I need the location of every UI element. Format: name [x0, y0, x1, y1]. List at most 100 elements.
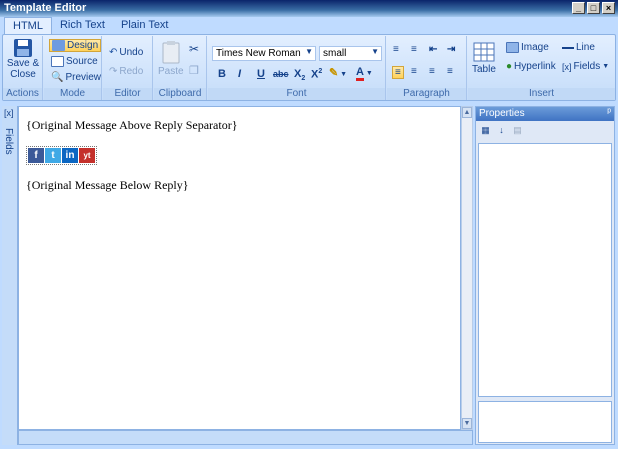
fields-icon: [x] [562, 61, 572, 72]
bold-button[interactable]: B [218, 68, 226, 80]
italic-button[interactable]: I [238, 68, 241, 80]
bullets-button[interactable]: ≡ [393, 44, 399, 55]
fields-label: Fields [573, 61, 601, 72]
tab-plain-text[interactable]: Plain Text [113, 17, 177, 35]
font-color-button[interactable]: A ▼ [356, 66, 373, 81]
numbering-button[interactable]: ≡ [411, 44, 417, 55]
image-label: Image [521, 42, 549, 53]
facebook-icon[interactable]: f [28, 148, 44, 163]
font-family-select[interactable]: Times New Roman ▼ [212, 46, 316, 61]
image-button[interactable]: Image [506, 42, 549, 53]
group-label-editor: Editor [103, 88, 152, 100]
scroll-up-arrow-icon[interactable]: ▲ [462, 107, 472, 118]
reply-separator-below[interactable]: {Original Message Below Reply} [26, 178, 189, 193]
paste-icon [162, 41, 180, 64]
group-paragraph: ≡ ≡ ⇤ ⇥ ≡ ≡ ≡ ≡ Paragraph [387, 36, 467, 100]
social-icons[interactable]: f t in yt [26, 146, 97, 165]
pin-icon[interactable]: ᵖ [607, 107, 611, 118]
chevron-down-icon: ▼ [305, 47, 313, 56]
group-editor: ↶ Undo ↷ Redo Editor [103, 36, 153, 100]
group-label-mode: Mode [44, 88, 101, 100]
table-button[interactable]: Table [472, 42, 496, 75]
subscript-button[interactable]: X2 [294, 68, 305, 82]
justify-button[interactable]: ≡ [447, 66, 453, 77]
copy-button[interactable]: ❐ [189, 64, 199, 77]
redo-button[interactable]: ↷ Redo [109, 66, 143, 77]
categorized-icon[interactable]: ▦ [479, 124, 492, 137]
scroll-down-arrow-icon[interactable]: ▼ [462, 418, 472, 429]
underline-button[interactable]: U [257, 68, 265, 80]
table-icon [473, 42, 495, 62]
table-label: Table [472, 64, 496, 75]
indent-icon: ⇥ [447, 44, 456, 55]
source-icon [51, 56, 64, 67]
group-insert: Table Image Line ● Hyperlink [x] Fields … [468, 36, 615, 100]
tab-rich-text[interactable]: Rich Text [52, 17, 113, 35]
source-button[interactable]: Source [51, 56, 98, 67]
design-label: Design [67, 40, 99, 51]
minimize-button[interactable]: _ [572, 2, 585, 14]
editor-tabs: HTML Rich Text Plain Text [0, 17, 618, 35]
undo-button[interactable]: ↶ Undo [109, 47, 143, 58]
align-center-icon: ≡ [411, 66, 417, 77]
save-close-button[interactable]: Save & Close [7, 38, 39, 80]
font-family-value: Times New Roman [216, 48, 301, 59]
reply-separator-above[interactable]: {Original Message Above Reply Separator} [26, 118, 237, 133]
fields-sidebar[interactable]: [x] Fields [2, 106, 18, 445]
line-button[interactable]: Line [562, 42, 595, 53]
group-label-actions: Actions [3, 88, 42, 100]
properties-title: Properties [479, 108, 525, 119]
property-grid[interactable] [478, 143, 612, 397]
properties-header: Properties ᵖ [476, 107, 614, 121]
editor-status-bar [18, 430, 473, 445]
linkedin-icon[interactable]: in [62, 148, 78, 163]
align-left-button[interactable]: ≡ [392, 66, 404, 79]
design-button[interactable]: Design [49, 39, 102, 52]
chevron-down-icon: ▼ [602, 63, 610, 70]
scissors-icon: ✂ [189, 42, 200, 56]
align-left-icon: ≡ [395, 67, 401, 78]
paste-label: Paste [158, 66, 184, 77]
window-titlebar: Template Editor _ □ × [0, 0, 618, 17]
line-icon [562, 46, 574, 49]
outdent-icon: ⇤ [429, 44, 438, 55]
outdent-button[interactable]: ⇤ [429, 44, 437, 55]
twitter-icon[interactable]: t [45, 148, 61, 163]
cut-button[interactable]: ✂ [189, 42, 199, 56]
preview-button[interactable]: 🔍 Preview [51, 72, 101, 83]
paste-button[interactable]: Paste [158, 40, 184, 77]
align-center-button[interactable]: ≡ [411, 66, 417, 77]
redo-icon: ↷ [109, 66, 118, 77]
source-label: Source [66, 56, 98, 67]
align-right-button[interactable]: ≡ [429, 66, 435, 77]
image-icon [506, 42, 519, 53]
property-description [478, 401, 612, 443]
property-pages-icon[interactable]: ▤ [511, 124, 524, 137]
save-close-label-1: Save & [6, 58, 40, 69]
justify-icon: ≡ [447, 66, 453, 77]
fields-button[interactable]: [x] Fields ▼ [562, 61, 609, 72]
strikethrough-button[interactable]: abc [273, 69, 289, 79]
highlight-color-button[interactable]: ✎ ▼ [329, 66, 347, 79]
hyperlink-button[interactable]: ● Hyperlink [506, 61, 556, 72]
close-button[interactable]: × [602, 2, 615, 14]
group-label-insert: Insert [468, 88, 615, 100]
align-right-icon: ≡ [429, 66, 435, 77]
numbered-list-icon: ≡ [411, 44, 417, 55]
group-label-paragraph: Paragraph [387, 88, 466, 100]
tab-html[interactable]: HTML [4, 17, 52, 35]
font-size-value: small [323, 48, 347, 59]
maximize-button[interactable]: □ [587, 2, 600, 14]
editor-vertical-scrollbar[interactable]: ▲ ▼ [461, 106, 473, 430]
youtube-icon[interactable]: yt [79, 148, 95, 163]
superscript-button[interactable]: X2 [311, 68, 322, 81]
preview-label: Preview [65, 72, 102, 83]
font-size-select[interactable]: small ▼ [319, 46, 382, 61]
magnifier-icon: 🔍 [51, 72, 64, 83]
sort-alphabetical-icon[interactable]: ↓ [495, 124, 508, 137]
group-clipboard: Paste ✂ ❐ Clipboard [154, 36, 207, 100]
group-actions: Save & Close Actions [3, 36, 43, 100]
highlighter-icon: ✎ [329, 67, 339, 79]
indent-button[interactable]: ⇥ [447, 44, 455, 55]
design-icon [52, 40, 65, 51]
